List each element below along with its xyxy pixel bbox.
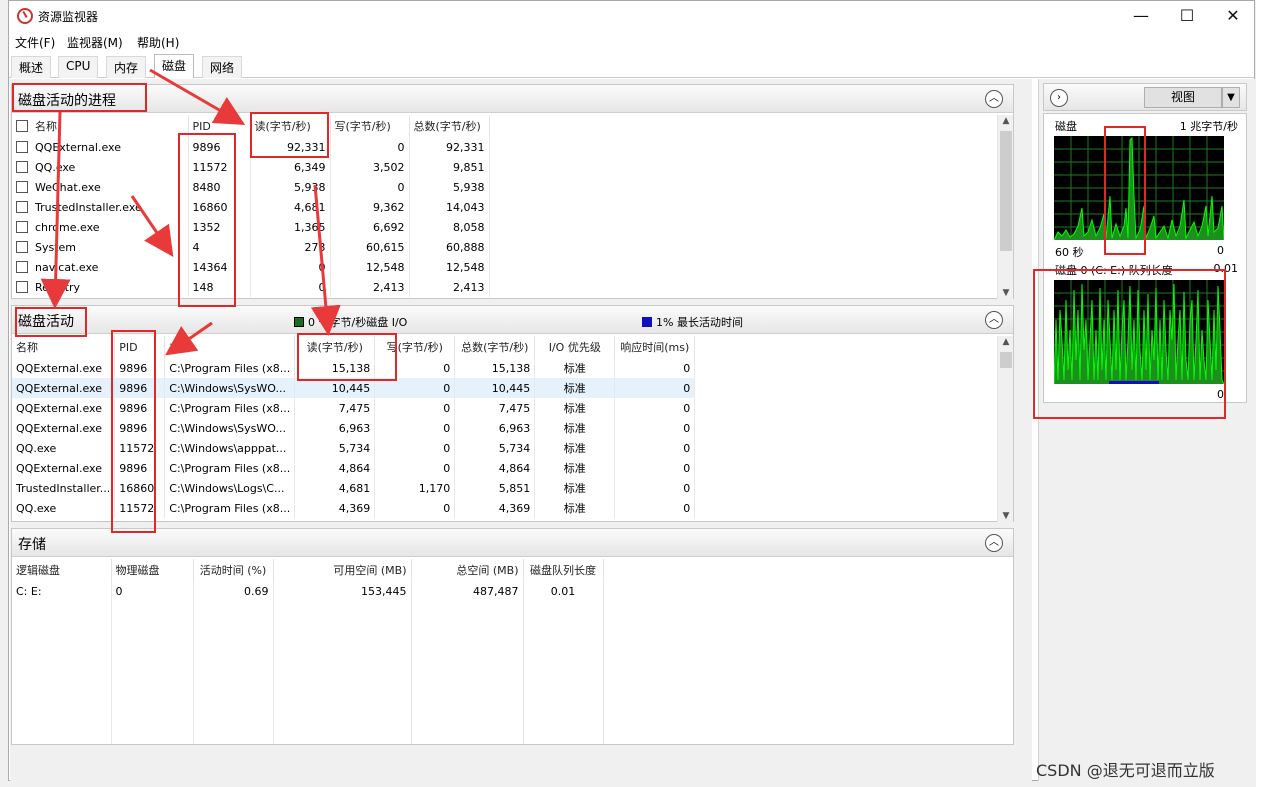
annotation-arrows xyxy=(40,68,341,356)
watermark-text: CSDN @退无可退而立版 xyxy=(1036,761,1215,780)
